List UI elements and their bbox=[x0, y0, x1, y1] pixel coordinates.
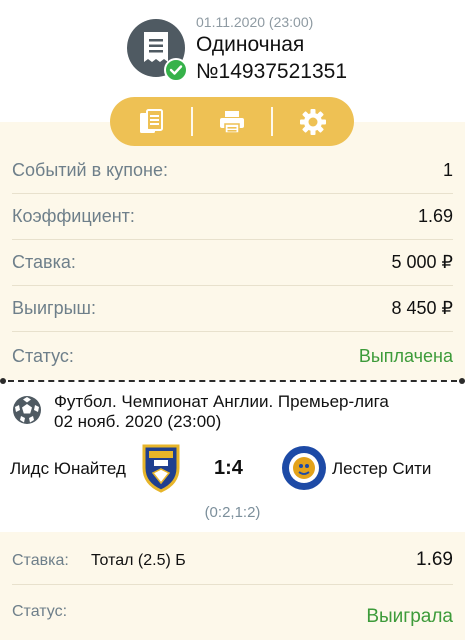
summary-row-events: Событий в купоне: 1 bbox=[12, 148, 453, 194]
match-score: 1:4 bbox=[214, 457, 243, 479]
event-date: 02 нояб. 2020 (23:00) bbox=[54, 412, 222, 431]
tournament-name: Футбол. Чемпионат Англии. Премьер-лига bbox=[54, 392, 389, 411]
gear-icon bbox=[300, 108, 326, 135]
copy-button[interactable] bbox=[126, 97, 176, 146]
print-button[interactable] bbox=[207, 97, 257, 146]
settings-button[interactable] bbox=[288, 97, 338, 146]
summary-value: 1.69 bbox=[417, 206, 453, 226]
perforation-line bbox=[8, 380, 457, 382]
toolbar-divider bbox=[191, 107, 193, 136]
summary-row-win: Выигрыш: 8 450 ₽ bbox=[12, 286, 453, 332]
ticket-type: Одиночная bbox=[196, 33, 305, 56]
away-team-name: Лестер Сити bbox=[332, 459, 432, 478]
print-icon bbox=[220, 110, 244, 134]
leeds-logo bbox=[142, 444, 180, 493]
bet-market: Тотал (2.5) Б bbox=[91, 552, 186, 569]
toolbar-divider bbox=[271, 107, 273, 136]
bet-row-stake: Ставка: Тотал (2.5) Б 1.69 bbox=[12, 535, 453, 585]
bet-status: Выиграла bbox=[366, 606, 453, 627]
home-team-name: Лидс Юнайтед bbox=[10, 459, 126, 478]
summary-row-status: Статус: Выплачена bbox=[12, 334, 453, 380]
summary-row-odds: Коэффициент: 1.69 bbox=[12, 194, 453, 240]
leicester-logo bbox=[282, 446, 326, 490]
bet-stake-label: Ставка: bbox=[12, 552, 69, 569]
summary-value: 8 450 ₽ bbox=[391, 298, 454, 318]
summary-label: Выигрыш: bbox=[12, 298, 96, 318]
summary-label: Коэффициент: bbox=[12, 206, 135, 226]
bet-row-status: Статус: Выиграла bbox=[12, 586, 453, 636]
summary-label: Ставка: bbox=[12, 252, 76, 272]
ticket-toolbar bbox=[110, 97, 354, 146]
summary-value: 1 bbox=[442, 160, 453, 180]
copy-icon bbox=[140, 108, 163, 133]
half-time-scores: (0:2,1:2) bbox=[204, 504, 261, 521]
summary-row-stake: Ставка: 5 000 ₽ bbox=[12, 240, 453, 286]
bet-odds: 1.69 bbox=[416, 549, 453, 570]
bet-status-label: Статус: bbox=[12, 603, 68, 620]
summary-value: 5 000 ₽ bbox=[391, 252, 454, 272]
coupon-summary: Событий в купоне: 1 Коэффициент: 1.69 Ст… bbox=[0, 122, 465, 380]
ticket-date: 01.11.2020 (23:00) bbox=[196, 14, 314, 30]
event-card[interactable]: Футбол. Чемпионат Англии. Премьер-лига 0… bbox=[0, 384, 465, 532]
summary-label: Событий в купоне: bbox=[12, 160, 168, 180]
soccer-ball-icon bbox=[13, 396, 41, 424]
bet-details: Ставка: Тотал (2.5) Б 1.69 Статус: Выигр… bbox=[0, 532, 465, 640]
check-circle-icon bbox=[164, 58, 188, 82]
ticket-number: №14937521351 bbox=[196, 60, 347, 83]
status-badge: Выплачена bbox=[358, 346, 453, 366]
summary-label: Статус: bbox=[12, 346, 74, 366]
